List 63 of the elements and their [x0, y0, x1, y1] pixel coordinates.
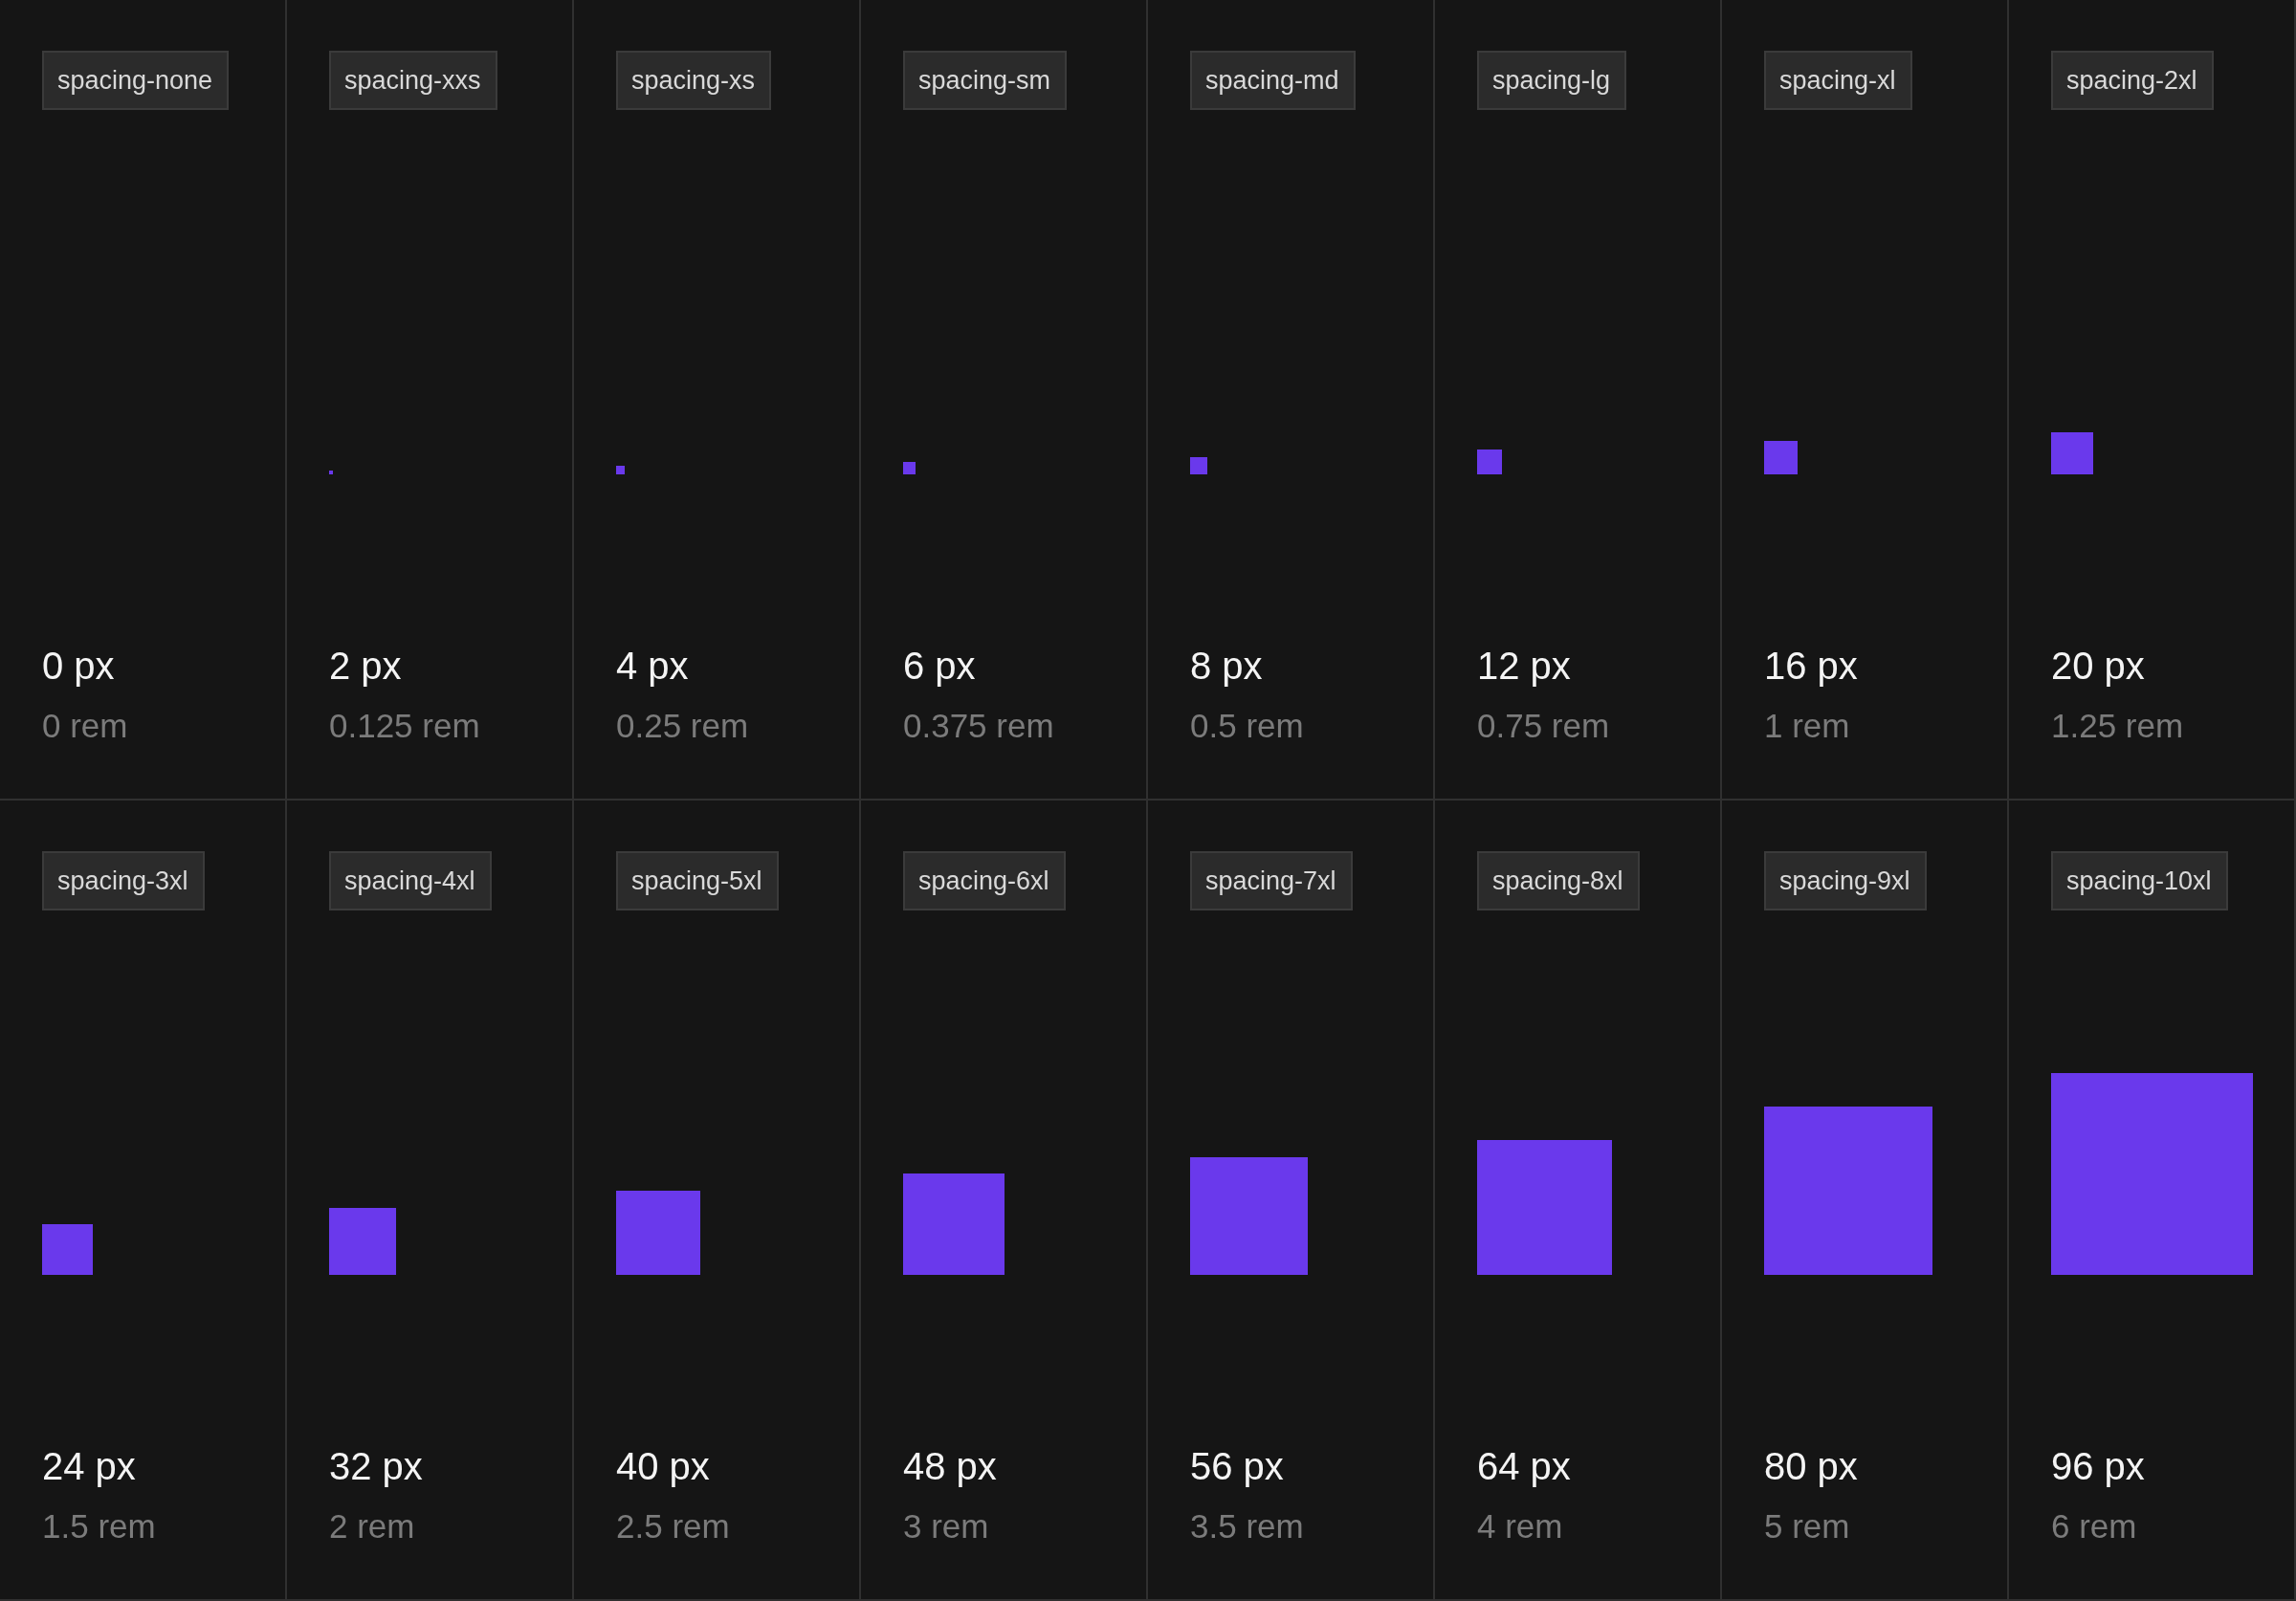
pixel-value: 56 px: [1190, 1444, 1284, 1489]
pixel-value: 4 px: [616, 644, 689, 689]
rem-value: 2 rem: [329, 1506, 415, 1546]
token-tag: spacing-8xl: [1477, 851, 1640, 910]
spacing-square-icon: [1477, 1140, 1612, 1275]
rem-value: 6 rem: [2051, 1506, 2137, 1546]
token-tag: spacing-10xl: [2051, 851, 2228, 910]
token-tag: spacing-xs: [616, 51, 772, 110]
spacing-square-icon: [1764, 1107, 1932, 1275]
spacing-square-icon: [2051, 1072, 2254, 1275]
rem-value: 0.125 rem: [329, 706, 480, 746]
rem-value: 2.5 rem: [616, 1506, 730, 1546]
rem-value: 0.5 rem: [1190, 706, 1304, 746]
spacing-square-icon: [329, 1207, 397, 1275]
token-tag: spacing-2xl: [2051, 51, 2214, 110]
token-tag: spacing-3xl: [42, 851, 205, 910]
pixel-value: 32 px: [329, 1444, 423, 1489]
spacing-square-icon: [42, 1224, 93, 1275]
pixel-value: 48 px: [903, 1444, 997, 1489]
rem-value: 5 rem: [1764, 1506, 1850, 1546]
token-tag: spacing-4xl: [329, 851, 492, 910]
pixel-value: 20 px: [2051, 644, 2145, 689]
token-tag: spacing-lg: [1477, 51, 1627, 110]
pixel-value: 6 px: [903, 644, 976, 689]
spacing-square-icon: [616, 1191, 700, 1275]
pixel-value: 24 px: [42, 1444, 136, 1489]
spacing-square-icon: [1190, 457, 1207, 474]
pixel-value: 8 px: [1190, 644, 1263, 689]
token-tag: spacing-6xl: [903, 851, 1066, 910]
rem-value: 1.25 rem: [2051, 706, 2184, 746]
rem-value: 3 rem: [903, 1506, 989, 1546]
pixel-value: 2 px: [329, 644, 402, 689]
rem-value: 4 rem: [1477, 1506, 1563, 1546]
spacing-square-icon: [329, 470, 334, 474]
pixel-value: 16 px: [1764, 644, 1858, 689]
rem-value: 0.75 rem: [1477, 706, 1610, 746]
rem-value: 1 rem: [1764, 706, 1850, 746]
pixel-value: 80 px: [1764, 1444, 1858, 1489]
spacing-square-icon: [616, 466, 625, 474]
spacing-square-icon: [903, 461, 916, 474]
token-tag: spacing-7xl: [1190, 851, 1353, 910]
spacing-square-icon: [1764, 440, 1799, 474]
rem-value: 0.25 rem: [616, 706, 749, 746]
pixel-value: 0 px: [42, 644, 115, 689]
spacing-square-icon: [1190, 1156, 1309, 1275]
token-tag: spacing-sm: [903, 51, 1068, 110]
pixel-value: 64 px: [1477, 1444, 1571, 1489]
rem-value: 3.5 rem: [1190, 1506, 1304, 1546]
token-tag: spacing-9xl: [1764, 851, 1927, 910]
pixel-value: 96 px: [2051, 1444, 2145, 1489]
rem-value: 0 rem: [42, 706, 128, 746]
token-tag: spacing-none: [42, 51, 230, 110]
token-tag: spacing-5xl: [616, 851, 779, 910]
token-tag: spacing-xxs: [329, 51, 497, 110]
rem-value: 1.5 rem: [42, 1506, 156, 1546]
token-tag: spacing-xl: [1764, 51, 1912, 110]
spacing-square-icon: [903, 1173, 1004, 1275]
token-tag: spacing-md: [1190, 51, 1356, 110]
pixel-value: 12 px: [1477, 644, 1571, 689]
spacing-square-icon: [2051, 432, 2093, 474]
rem-value: 0.375 rem: [903, 706, 1054, 746]
pixel-value: 40 px: [616, 1444, 710, 1489]
spacing-square-icon: [1477, 449, 1503, 474]
